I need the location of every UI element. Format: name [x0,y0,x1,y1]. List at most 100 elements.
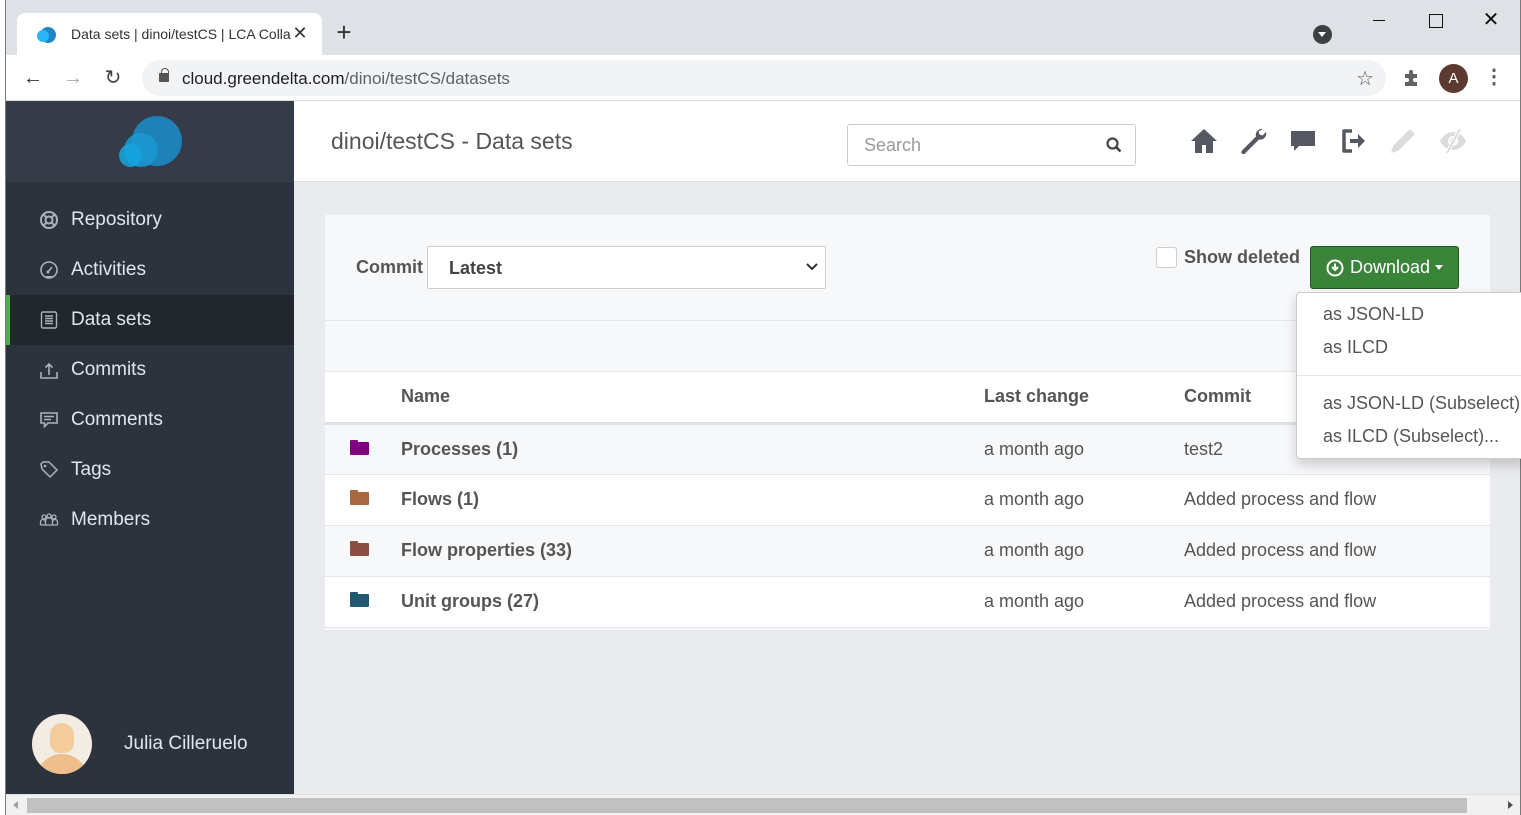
search-icon[interactable] [1105,136,1123,154]
dashboard-icon [40,261,58,279]
browser-toolbar: ← → ↻ cloud.greendelta.com/dinoi/testCS/… [6,55,1520,101]
table-row[interactable]: Unit groups (27) a month ago Added proce… [325,576,1490,628]
folder-icon [350,490,369,505]
profile-avatar[interactable]: A [1439,64,1468,93]
scrollbar-thumb[interactable] [27,798,1467,813]
pencil-icon[interactable] [1388,126,1418,156]
caret-down-icon [1435,265,1444,270]
scroll-left-icon[interactable] [13,801,18,809]
download-dropdown-menu: as JSON-LD as ILCD as JSON-LD (Subselect… [1296,292,1521,459]
column-header-icon [325,372,401,425]
sidebar-item-activities[interactable]: Activities [6,245,294,295]
download-label: Download [1350,257,1431,277]
menu-divider [1297,375,1521,376]
browser-tab-active[interactable]: Data sets | dinoi/testCS | LCA Collabora… [17,13,322,55]
minimize-button[interactable] [1356,5,1402,35]
back-button[interactable]: ← [19,64,47,92]
avatar-head [50,723,74,753]
user-profile[interactable]: Julia Cilleruelo [32,714,248,774]
close-window-button[interactable]: ✕ [1468,5,1514,35]
search-box [847,124,1136,166]
row-last-change: a month ago [984,525,1184,577]
sidebar-item-comments[interactable]: Comments [6,395,294,445]
table-row[interactable]: Flow properties (33) a month ago Added p… [325,525,1490,577]
column-header-name[interactable]: Name [401,372,984,425]
row-name[interactable]: Unit groups (27) [401,576,984,628]
comment-icon[interactable] [1288,126,1318,156]
row-commit: Added process and flow [1184,525,1490,577]
sign-out-icon[interactable] [1338,126,1368,156]
users-icon [39,513,59,526]
row-commit: Added process and flow [1184,474,1490,526]
sidebar-item-tags[interactable]: Tags [6,445,294,495]
tab-close-icon[interactable]: ✕ [290,23,310,44]
tab-strip: Data sets | dinoi/testCS | LCA Collabora… [6,0,1520,55]
row-name[interactable]: Flow properties (33) [401,525,984,577]
comment-icon [40,412,58,429]
table-row[interactable]: Flows (1) a month ago Added process and … [325,474,1490,526]
folder-icon [350,439,369,455]
commit-select-value: Latest [449,258,503,278]
url-path: /dinoi/testCS/datasets [344,69,510,88]
browser-menu-icon[interactable]: ⋮ [1484,65,1504,89]
page: Repository Activities Data sets Commits … [6,101,1520,794]
eye-slash-icon[interactable] [1438,126,1468,156]
page-title: dinoi/testCS - Data sets [331,128,573,154]
sidebar: Repository Activities Data sets Commits … [6,101,294,794]
wrench-icon[interactable] [1238,126,1268,156]
extensions-puzzle-icon[interactable] [1402,68,1422,88]
menu-item-ilcd[interactable]: as ILCD [1323,337,1388,358]
app-logo[interactable] [118,116,182,170]
column-header-last-change[interactable]: Last change [984,372,1184,425]
tab-search-icon[interactable] [1313,25,1332,44]
show-deleted-toggle[interactable]: Show deleted [1156,247,1300,268]
sidebar-item-label: Data sets [71,309,152,330]
tags-icon [40,461,59,479]
show-deleted-label: Show deleted [1184,247,1301,267]
menu-item-json-ld-subselect[interactable]: as JSON-LD (Subselect)... [1323,393,1521,414]
menu-item-ilcd-subselect[interactable]: as ILCD (Subselect)... [1323,426,1499,447]
chevron-down-icon [806,263,818,271]
sidebar-item-label: Repository [71,209,162,230]
home-icon[interactable] [1189,126,1219,156]
lock-icon[interactable] [159,68,169,82]
url-text[interactable]: cloud.greendelta.com/dinoi/testCS/datase… [182,69,510,89]
maximize-button[interactable] [1412,5,1458,35]
new-tab-button[interactable]: + [332,17,356,47]
search-input[interactable] [848,125,1088,165]
horizontal-scrollbar[interactable] [6,794,1520,815]
page-header: dinoi/testCS - Data sets [294,101,1520,182]
avatar[interactable] [32,714,92,774]
folder-icon [350,592,369,607]
sidebar-item-commits[interactable]: Commits [6,345,294,395]
avatar-body [36,754,88,774]
favicon-icon [37,24,57,44]
folder-icon [350,541,369,556]
row-commit: Added process and flow [1184,576,1490,628]
sidebar-item-label: Comments [71,409,163,430]
row-last-change: a month ago [984,423,1184,475]
forward-button[interactable]: → [59,64,87,92]
menu-item-json-ld[interactable]: as JSON-LD [1323,304,1424,325]
sidebar-item-label: Commits [71,359,146,380]
row-name[interactable]: Flows (1) [401,474,984,526]
sidebar-item-repository[interactable]: Repository [6,195,294,245]
address-bar[interactable]: cloud.greendelta.com/dinoi/testCS/datase… [142,60,1386,96]
show-deleted-checkbox[interactable] [1156,247,1177,268]
url-host: cloud.greendelta.com [182,69,345,88]
sidebar-item-data-sets[interactable]: Data sets [6,295,294,345]
sidebar-item-label: Members [71,509,151,530]
tab-title: Data sets | dinoi/testCS | LCA Collabora… [71,26,291,42]
reload-button[interactable]: ↻ [99,64,127,92]
logo-area [6,101,294,182]
bookmark-star-icon[interactable]: ☆ [1356,66,1374,91]
row-name[interactable]: Processes (1) [401,423,984,475]
commit-select[interactable]: Latest [427,246,826,289]
sidebar-item-label: Activities [71,259,146,280]
commit-label: Commit [356,257,423,277]
sidebar-item-members[interactable]: Members [6,495,294,545]
row-last-change: a month ago [984,576,1184,628]
row-last-change: a month ago [984,474,1184,526]
scroll-right-icon[interactable] [1508,801,1513,809]
download-button[interactable]: Download [1310,246,1459,289]
